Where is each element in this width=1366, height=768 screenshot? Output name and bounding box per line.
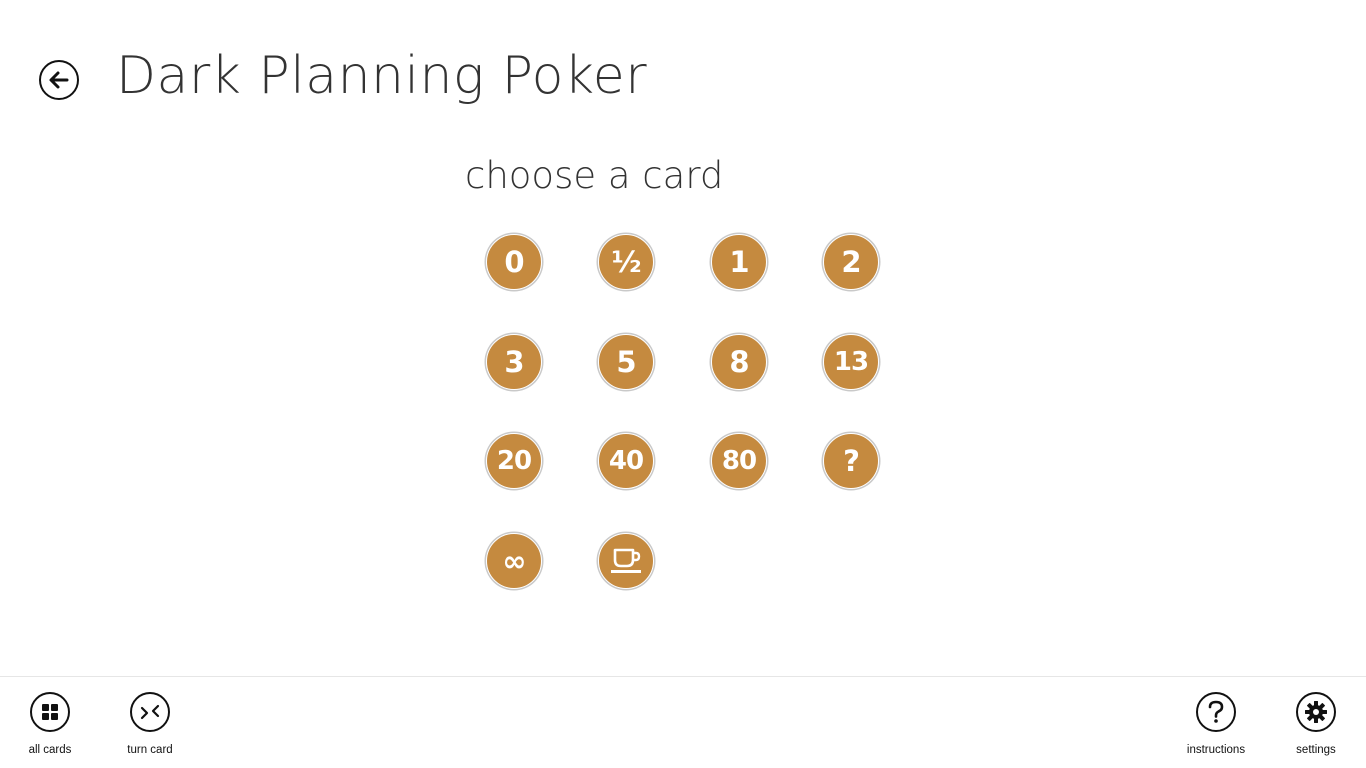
choose-card-heading: choose a card xyxy=(465,154,724,197)
card-label: 8 xyxy=(729,344,749,379)
card-8[interactable]: 8 xyxy=(711,334,767,390)
card-label: 1 xyxy=(729,244,749,279)
card-40[interactable]: 40 xyxy=(598,433,654,489)
grid-icon xyxy=(42,704,58,720)
settings-button[interactable]: settings xyxy=(1266,692,1366,762)
card-3[interactable]: 3 xyxy=(486,334,542,390)
card-label: ½ xyxy=(611,244,641,279)
card-1[interactable]: 1 xyxy=(711,234,767,290)
turn-card-circle xyxy=(130,692,170,732)
card-label: ? xyxy=(843,443,860,478)
card-half[interactable]: ½ xyxy=(598,234,654,290)
all-cards-label: all cards xyxy=(28,744,72,756)
settings-label: settings xyxy=(1296,744,1336,756)
card-label: 0 xyxy=(504,244,524,279)
instructions-circle xyxy=(1196,692,1236,732)
card-label: 40 xyxy=(608,446,644,476)
card-question[interactable]: ? xyxy=(823,433,879,489)
turn-card-icon xyxy=(140,704,160,720)
card-label: ∞ xyxy=(502,543,526,578)
card-2[interactable]: 2 xyxy=(823,234,879,290)
card-label: 20 xyxy=(496,446,532,476)
page-title: Dark Planning Poker xyxy=(116,46,648,106)
card-5[interactable]: 5 xyxy=(598,334,654,390)
card-infinity[interactable]: ∞ xyxy=(486,533,542,589)
card-coffee[interactable] xyxy=(598,533,654,589)
instructions-button[interactable]: instructions xyxy=(1166,692,1266,762)
back-arrow-icon xyxy=(49,71,69,89)
app-bar: all cards turn card instructions setting… xyxy=(0,676,1366,768)
all-cards-button[interactable]: all cards xyxy=(0,692,100,762)
back-button[interactable] xyxy=(39,60,79,100)
card-80[interactable]: 80 xyxy=(711,433,767,489)
card-0[interactable]: 0 xyxy=(486,234,542,290)
card-label: 80 xyxy=(721,446,757,476)
card-grid: 0 ½ 1 2 3 5 8 13 20 40 80 ? ∞ xyxy=(484,233,884,593)
coffee-cup-icon xyxy=(611,548,641,573)
turn-card-button[interactable]: turn card xyxy=(100,692,200,762)
all-cards-circle xyxy=(30,692,70,732)
instructions-label: instructions xyxy=(1186,744,1246,756)
settings-circle xyxy=(1296,692,1336,732)
card-label: 13 xyxy=(833,347,869,377)
question-icon xyxy=(1208,700,1224,723)
card-label: 3 xyxy=(504,344,524,379)
app-page: Dark Planning Poker choose a card 0 ½ 1 … xyxy=(0,0,1366,768)
card-label: 5 xyxy=(616,344,636,379)
card-label: 2 xyxy=(841,244,861,279)
turn-card-label: turn card xyxy=(127,744,173,756)
card-20[interactable]: 20 xyxy=(486,433,542,489)
card-13[interactable]: 13 xyxy=(823,334,879,390)
gear-icon xyxy=(1305,701,1327,723)
